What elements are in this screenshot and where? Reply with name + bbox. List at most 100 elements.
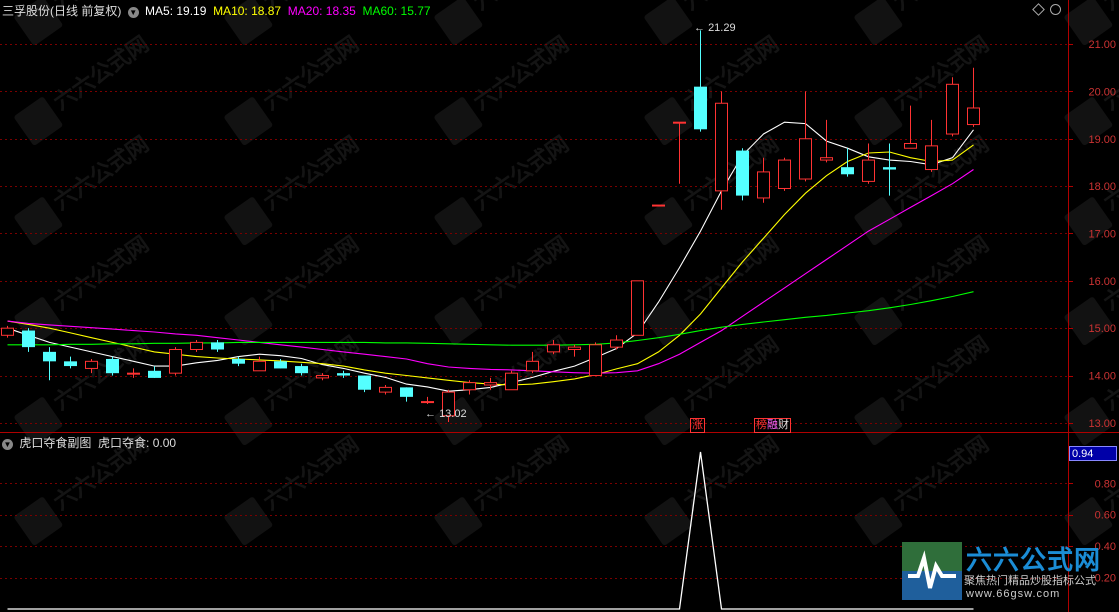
svg-text:六六公式网: 六六公式网 — [679, 432, 783, 516]
candle-body — [883, 167, 896, 170]
candle-body — [337, 373, 350, 376]
candle-body — [316, 375, 329, 379]
tag-group[interactable]: 榜融财 — [754, 418, 791, 433]
indicator-value-label: 虎口夺食: 0.00 — [98, 436, 177, 450]
candle-body — [946, 83, 959, 135]
svg-text:六六公式网: 六六公式网 — [469, 432, 573, 516]
candle-body — [295, 366, 308, 374]
y-tick-label: 18.00 — [1088, 181, 1116, 193]
candle-body — [694, 86, 707, 130]
candle — [232, 356, 245, 367]
watermark-tile: 六六公式网 — [14, 132, 154, 246]
candle-body — [673, 121, 686, 124]
ma60-label: MA60: 15.77 — [362, 4, 431, 18]
candle-body — [253, 360, 266, 372]
candle — [106, 356, 119, 376]
candle — [358, 375, 371, 393]
arrow-left-icon: ← — [425, 408, 436, 420]
watermark-tile: 六六公式网 — [224, 32, 364, 146]
watermark-tile: 六六公式网 — [434, 32, 574, 146]
candle-body — [211, 342, 224, 350]
y-tick-label: 0.80 — [1095, 478, 1116, 490]
ma20-label: MA20: 18.35 — [287, 4, 356, 18]
y-tick-label: 15.00 — [1088, 323, 1116, 335]
svg-text:六六公式网: 六六公式网 — [889, 432, 993, 516]
candle — [505, 370, 518, 391]
svg-text:六六公式网: 六六公式网 — [469, 132, 573, 216]
candle-body — [400, 387, 413, 397]
y-tick-label: 16.00 — [1088, 276, 1116, 288]
candle-body — [526, 360, 539, 372]
candle-body — [778, 159, 791, 189]
hukou-indicator-line — [7, 451, 974, 610]
candle-body — [967, 107, 980, 126]
candle — [925, 119, 938, 172]
svg-text:六六公式网: 六六公式网 — [259, 132, 363, 216]
y-tick-label: 17.00 — [1088, 228, 1116, 240]
candle-body — [652, 204, 665, 207]
candle-body — [421, 401, 434, 404]
tag-margin[interactable]: 融 — [767, 419, 778, 431]
candle-body — [43, 351, 56, 362]
arrow-left-icon: ← — [694, 22, 705, 34]
candle-body — [547, 344, 560, 353]
candle-body — [589, 344, 602, 377]
candle — [127, 368, 140, 378]
candle — [337, 370, 350, 378]
watermark-tile: 六六公式网 — [434, 132, 574, 246]
circle-icon[interactable] — [1050, 4, 1061, 15]
candle-body — [757, 171, 770, 199]
watermark-tile: 六六公式网 — [854, 332, 994, 446]
candle-body — [715, 102, 728, 192]
tag-finance[interactable]: 财 — [778, 419, 789, 431]
candle — [379, 385, 392, 395]
logo-slogan: 聚焦热门精品炒股指标公式 — [964, 575, 1096, 587]
candle — [169, 347, 182, 376]
candle-body — [631, 280, 644, 336]
candle-body — [22, 330, 35, 348]
candle-body — [379, 386, 392, 393]
candle-body — [274, 361, 287, 369]
candle-body — [148, 370, 161, 378]
dropdown-circle-icon[interactable]: ▼ — [127, 7, 139, 18]
watermark-tile: 六六公式网 — [224, 132, 364, 246]
svg-text:六六公式网: 六六公式网 — [259, 432, 363, 516]
dropdown-circle-icon[interactable]: ▼ — [2, 439, 13, 450]
y-tick-label: 21.00 — [1088, 39, 1116, 51]
candle-body — [127, 372, 140, 375]
candle — [946, 77, 959, 137]
svg-text:六六公式网: 六六公式网 — [49, 232, 153, 316]
svg-text:六六公式网: 六六公式网 — [679, 232, 783, 316]
candle — [841, 148, 854, 177]
candle-body — [64, 361, 77, 367]
tag-limit-up[interactable]: 涨 — [690, 418, 705, 433]
svg-text:六六公式网: 六六公式网 — [1099, 432, 1119, 516]
candle-body — [463, 382, 476, 391]
low-price-label: ← 13.02 — [425, 408, 467, 420]
candle — [190, 340, 203, 352]
svg-text:六六公式网: 六六公式网 — [679, 0, 783, 16]
candle — [64, 356, 77, 369]
candle-body — [799, 138, 812, 180]
watermark-tile: 六六公式网 — [14, 332, 154, 446]
candle — [862, 143, 875, 184]
candle — [610, 335, 623, 350]
main-chart-title[interactable]: 三孚股份(日线 前复权) — [2, 4, 121, 18]
candle — [22, 328, 35, 352]
tag-billboard[interactable]: 榜 — [756, 419, 767, 431]
watermark-tile: 六六公式网 — [14, 32, 154, 146]
candle — [1, 325, 14, 338]
candle — [778, 157, 791, 191]
candle-body — [568, 346, 581, 350]
candle-body — [1, 327, 14, 336]
candle — [799, 91, 812, 182]
watermark-tile: 六六公式网 — [434, 432, 574, 546]
high-price-label: ← 21.29 — [694, 22, 736, 34]
candle-body — [904, 142, 917, 149]
svg-text:六六公式网: 六六公式网 — [679, 332, 783, 416]
candle-body — [232, 358, 245, 364]
candle-body — [862, 159, 875, 182]
current-value-badge: 0.94 — [1069, 446, 1117, 461]
sub-chart-title[interactable]: 虎口夺食副图 — [19, 436, 91, 450]
candle-body — [736, 150, 749, 196]
